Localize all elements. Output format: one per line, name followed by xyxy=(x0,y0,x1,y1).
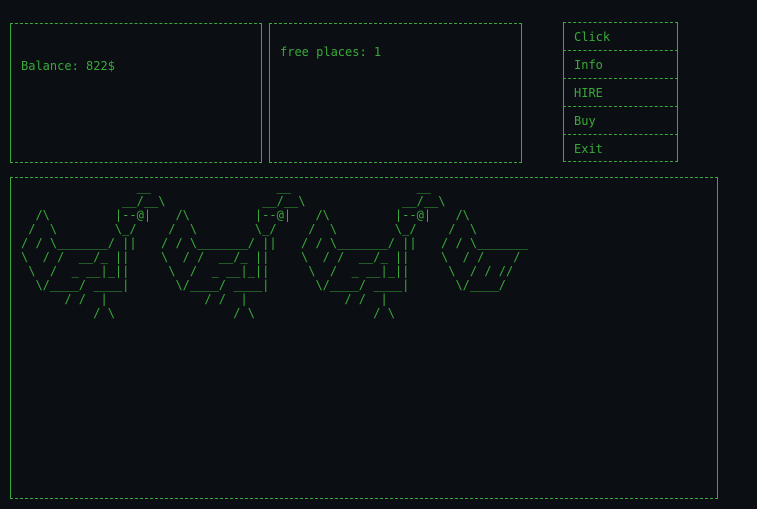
chicken-ascii-art: __ __/__\ /\ |--@| / \ \_/ / / \_______/… xyxy=(21,180,166,320)
exit-button[interactable]: Exit xyxy=(563,134,678,162)
balance-panel: Balance: 822$ xyxy=(10,23,262,163)
chicken-ascii-art: __ __/__\ /\ |--@| / \ \_/ / / \_______/… xyxy=(161,180,306,320)
click-button-label: Click xyxy=(574,30,611,44)
action-menu: Click Info HIRE Buy Exit xyxy=(563,22,678,162)
buy-button-label: Buy xyxy=(574,114,596,128)
chicken-ascii-art: __ __/__\ /\ |--@| / \ \_/ / / \_______/… xyxy=(301,180,446,320)
free-places-label: free places: 1 xyxy=(280,45,382,59)
hire-button-label: HIRE xyxy=(574,86,603,100)
chicken-ascii-art-partial: /\ / \ / / \_______ \ / / / \ / / // \/_… xyxy=(441,208,528,292)
info-button[interactable]: Info xyxy=(563,50,678,78)
free-places-panel: free places: 1 xyxy=(269,23,522,163)
buy-button[interactable]: Buy xyxy=(563,106,678,134)
exit-button-label: Exit xyxy=(574,142,603,156)
hire-button[interactable]: HIRE xyxy=(563,78,678,106)
farm-area: __ __/__\ /\ |--@| / \ \_/ / / \_______/… xyxy=(10,177,718,499)
balance-label: Balance: 822$ xyxy=(21,59,115,73)
info-button-label: Info xyxy=(574,58,603,72)
click-button[interactable]: Click xyxy=(563,22,678,50)
